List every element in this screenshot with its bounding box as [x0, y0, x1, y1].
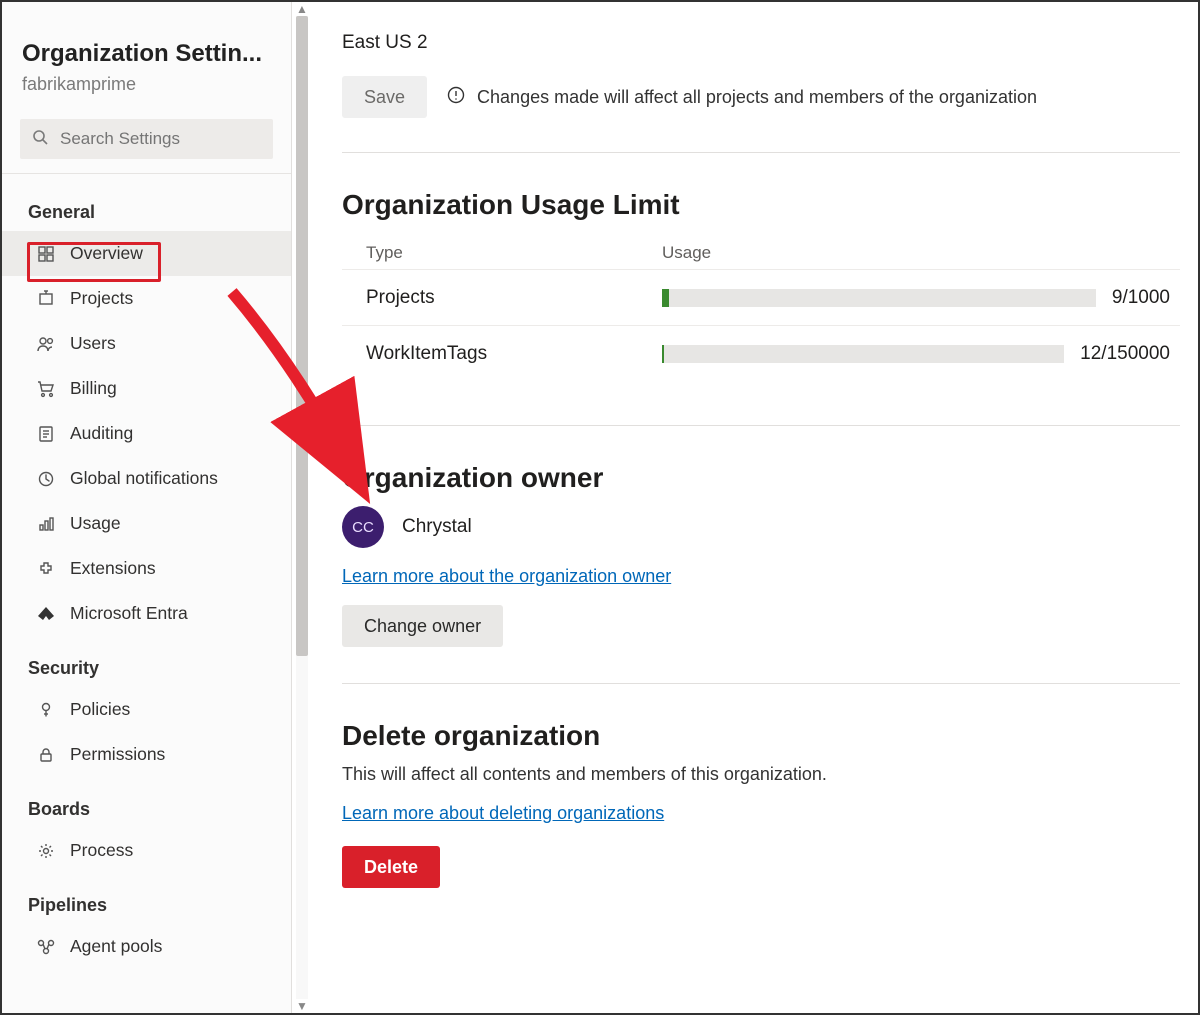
owner-row: CC Chrystal: [342, 506, 1180, 548]
sidebar-item-permissions[interactable]: Permissions: [2, 732, 291, 777]
usage-col-usage: Usage: [662, 243, 1180, 263]
sidebar-item-label: Billing: [70, 378, 117, 399]
usage-value: 9/1000: [1112, 287, 1170, 309]
save-button[interactable]: Save: [342, 76, 427, 118]
permissions-icon: [36, 745, 56, 765]
process-icon: [36, 841, 56, 861]
usage-bar: [662, 345, 1064, 363]
usage-bar-fill: [662, 289, 669, 307]
sidebar-item-process[interactable]: Process: [2, 828, 291, 873]
usage-bar-wrap: 9/1000: [662, 287, 1180, 309]
usage-heading: Organization Usage Limit: [342, 189, 1180, 221]
projects-icon: [36, 289, 56, 309]
usage-bar-fill: [662, 345, 664, 363]
search-icon: [32, 129, 48, 150]
sidebar-group-security: Security: [2, 636, 291, 687]
sidebar-item-policies[interactable]: Policies: [2, 687, 291, 732]
sidebar-item-label: Global notifications: [70, 468, 218, 489]
owner-section: Organization owner CC Chrystal Learn mor…: [342, 462, 1180, 647]
sidebar-item-label: Auditing: [70, 423, 133, 444]
sidebar-scrollbar[interactable]: ▲ ▼: [292, 2, 312, 1013]
cart-icon: [36, 379, 56, 399]
usage-table-header: Type Usage: [342, 233, 1180, 269]
delete-button[interactable]: Delete: [342, 846, 440, 888]
sidebar-item-label: Extensions: [70, 558, 156, 579]
dashboard-icon: [36, 244, 56, 264]
sidebar-item-label: Process: [70, 840, 133, 861]
policies-icon: [36, 700, 56, 720]
divider: [342, 152, 1180, 153]
usage-row-projects: Projects 9/1000: [342, 269, 1180, 325]
search-settings[interactable]: [20, 119, 273, 159]
sidebar-group-general: General: [2, 180, 291, 231]
learn-more-delete-link[interactable]: Learn more about deleting organizations: [342, 803, 664, 824]
usage-row-name: WorkItemTags: [342, 343, 662, 365]
sidebar-group-boards: Boards: [2, 777, 291, 828]
scroll-thumb[interactable]: [296, 16, 308, 656]
sidebar-header: Organization Settin... fabrikamprime: [2, 14, 291, 103]
delete-description: This will affect all contents and member…: [342, 764, 1180, 785]
usage-bar-wrap: 12/150000: [662, 343, 1180, 365]
save-row: Save Changes made will affect all projec…: [342, 76, 1180, 118]
sidebar-item-label: Users: [70, 333, 116, 354]
auditing-icon: [36, 424, 56, 444]
sidebar-item-label: Overview: [70, 243, 143, 264]
sidebar-item-globalnotifications[interactable]: Global notifications: [2, 456, 291, 501]
owner-heading: Organization owner: [342, 462, 1180, 494]
sidebar-item-agentpools[interactable]: Agent pools: [2, 924, 291, 969]
notifications-icon: [36, 469, 56, 489]
usage-bar: [662, 289, 1096, 307]
app-frame: Organization Settin... fabrikamprime Gen…: [0, 0, 1200, 1015]
usage-col-type: Type: [342, 243, 662, 263]
region-label: East US 2: [342, 32, 1180, 54]
agentpools-icon: [36, 937, 56, 957]
delete-section: Delete organization This will affect all…: [342, 720, 1180, 888]
sidebar-item-extensions[interactable]: Extensions: [2, 546, 291, 591]
divider: [342, 683, 1180, 684]
sidebar-item-billing[interactable]: Billing: [2, 366, 291, 411]
save-note-text: Changes made will affect all projects an…: [477, 87, 1037, 108]
divider: [342, 425, 1180, 426]
sidebar-item-label: Policies: [70, 699, 130, 720]
sidebar-item-label: Permissions: [70, 744, 165, 765]
sidebar-item-label: Projects: [70, 288, 133, 309]
usage-row-workitemtags: WorkItemTags 12/150000: [342, 325, 1180, 381]
entra-icon: [36, 604, 56, 624]
usage-icon: [36, 514, 56, 534]
info-icon: [447, 86, 465, 109]
scroll-track[interactable]: [296, 16, 308, 999]
sidebar-subtitle: fabrikamprime: [22, 74, 271, 95]
scroll-up-icon[interactable]: ▲: [296, 2, 308, 16]
scroll-down-icon[interactable]: ▼: [296, 999, 308, 1013]
sidebar-item-label: Microsoft Entra: [70, 603, 188, 624]
sidebar: Organization Settin... fabrikamprime Gen…: [2, 2, 292, 1013]
sidebar-item-auditing[interactable]: Auditing: [2, 411, 291, 456]
avatar: CC: [342, 506, 384, 548]
learn-more-owner-link[interactable]: Learn more about the organization owner: [342, 566, 671, 587]
sidebar-item-label: Usage: [70, 513, 121, 534]
sidebar-item-overview[interactable]: Overview: [2, 231, 291, 276]
sidebar-item-projects[interactable]: Projects: [2, 276, 291, 321]
sidebar-group-pipelines: Pipelines: [2, 873, 291, 924]
users-icon: [36, 334, 56, 354]
sidebar-title: Organization Settin...: [22, 40, 271, 68]
usage-row-name: Projects: [342, 287, 662, 309]
main-content: East US 2 Save Changes made will affect …: [312, 2, 1198, 1013]
sidebar-item-usage[interactable]: Usage: [2, 501, 291, 546]
sidebar-item-microsoftentra[interactable]: Microsoft Entra: [2, 591, 291, 636]
sidebar-divider: [2, 173, 291, 174]
usage-value: 12/150000: [1080, 343, 1170, 365]
save-note: Changes made will affect all projects an…: [447, 86, 1037, 109]
change-owner-button[interactable]: Change owner: [342, 605, 503, 647]
extensions-icon: [36, 559, 56, 579]
sidebar-item-label: Agent pools: [70, 936, 162, 957]
search-input[interactable]: [58, 128, 283, 150]
sidebar-item-users[interactable]: Users: [2, 321, 291, 366]
owner-name: Chrystal: [402, 516, 472, 538]
delete-heading: Delete organization: [342, 720, 1180, 752]
